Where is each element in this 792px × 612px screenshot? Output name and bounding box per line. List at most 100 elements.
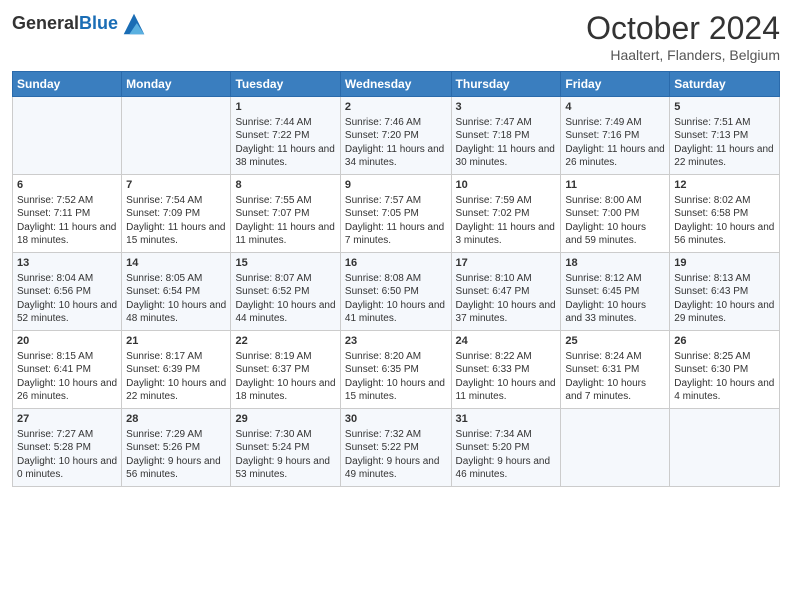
sunset-text: Sunset: 6:41 PM bbox=[17, 364, 91, 375]
day-number: 31 bbox=[456, 412, 557, 427]
sunrise-text: Sunrise: 7:57 AM bbox=[345, 195, 421, 206]
sunrise-text: Sunrise: 7:55 AM bbox=[235, 195, 311, 206]
sunrise-text: Sunrise: 7:49 AM bbox=[565, 117, 641, 128]
sunset-text: Sunset: 7:09 PM bbox=[126, 208, 200, 219]
day-number: 12 bbox=[674, 178, 775, 193]
logo-text: GeneralBlue bbox=[12, 14, 118, 34]
sunset-text: Sunset: 6:50 PM bbox=[345, 286, 419, 297]
sunset-text: Sunset: 5:20 PM bbox=[456, 442, 530, 453]
daylight-text: Daylight: 10 hours and 44 minutes. bbox=[235, 300, 335, 325]
daylight-text: Daylight: 10 hours and 11 minutes. bbox=[456, 378, 556, 403]
location-subtitle: Haaltert, Flanders, Belgium bbox=[586, 47, 780, 63]
daylight-text: Daylight: 11 hours and 11 minutes. bbox=[235, 222, 334, 247]
sunrise-text: Sunrise: 8:07 AM bbox=[235, 273, 311, 284]
sunset-text: Sunset: 7:16 PM bbox=[565, 130, 639, 141]
month-title: October 2024 bbox=[586, 10, 780, 47]
calendar-cell: 28Sunrise: 7:29 AMSunset: 5:26 PMDayligh… bbox=[122, 409, 231, 487]
sunrise-text: Sunrise: 8:25 AM bbox=[674, 351, 750, 362]
sunrise-text: Sunrise: 8:17 AM bbox=[126, 351, 202, 362]
calendar-cell: 17Sunrise: 8:10 AMSunset: 6:47 PMDayligh… bbox=[451, 253, 561, 331]
calendar-cell: 19Sunrise: 8:13 AMSunset: 6:43 PMDayligh… bbox=[670, 253, 780, 331]
sunrise-text: Sunrise: 7:29 AM bbox=[126, 429, 202, 440]
calendar-cell: 12Sunrise: 8:02 AMSunset: 6:58 PMDayligh… bbox=[670, 175, 780, 253]
calendar-cell bbox=[122, 97, 231, 175]
daylight-text: Daylight: 11 hours and 30 minutes. bbox=[456, 144, 555, 169]
col-sunday: Sunday bbox=[13, 72, 122, 97]
calendar-cell: 1Sunrise: 7:44 AMSunset: 7:22 PMDaylight… bbox=[231, 97, 340, 175]
logo: GeneralBlue bbox=[12, 10, 148, 38]
sunrise-text: Sunrise: 7:51 AM bbox=[674, 117, 750, 128]
sunrise-text: Sunrise: 8:24 AM bbox=[565, 351, 641, 362]
day-number: 20 bbox=[17, 334, 117, 349]
calendar-cell: 27Sunrise: 7:27 AMSunset: 5:28 PMDayligh… bbox=[13, 409, 122, 487]
day-number: 10 bbox=[456, 178, 557, 193]
calendar-row-4: 20 Sunrise: 8:15 AM Sunset: 6:41 PM Dayligh… bbox=[13, 331, 780, 409]
calendar-table: Sunday Monday Tuesday Wednesday Thursday… bbox=[12, 71, 780, 487]
calendar-cell bbox=[670, 409, 780, 487]
sunrise-text: Sunrise: 7:34 AM bbox=[456, 429, 532, 440]
sunset-text: Sunset: 6:56 PM bbox=[17, 286, 91, 297]
daylight-text: Daylight: 10 hours and 26 minutes. bbox=[17, 378, 117, 403]
day-number: 19 bbox=[674, 256, 775, 271]
daylight-text: Daylight: 10 hours and 41 minutes. bbox=[345, 300, 445, 325]
sunrise-text: Sunrise: 8:05 AM bbox=[126, 273, 202, 284]
sunrise-text: Sunrise: 7:46 AM bbox=[345, 117, 421, 128]
day-number: 15 bbox=[235, 256, 335, 271]
sunrise-text: Sunrise: 7:30 AM bbox=[235, 429, 311, 440]
daylight-text: Daylight: 11 hours and 38 minutes. bbox=[235, 144, 334, 169]
title-block: October 2024 Haaltert, Flanders, Belgium bbox=[586, 10, 780, 63]
day-number: 16 bbox=[345, 256, 447, 271]
day-number: 27 bbox=[17, 412, 117, 427]
sunset-text: Sunset: 6:31 PM bbox=[565, 364, 639, 375]
calendar-cell: 2Sunrise: 7:46 AMSunset: 7:20 PMDaylight… bbox=[340, 97, 451, 175]
col-thursday: Thursday bbox=[451, 72, 561, 97]
daylight-text: Daylight: 11 hours and 26 minutes. bbox=[565, 144, 664, 169]
sunrise-text: Sunrise: 8:15 AM bbox=[17, 351, 93, 362]
day-number: 8 bbox=[235, 178, 335, 193]
day-number: 14 bbox=[126, 256, 226, 271]
col-friday: Friday bbox=[561, 72, 670, 97]
daylight-text: Daylight: 11 hours and 34 minutes. bbox=[345, 144, 444, 169]
daylight-text: Daylight: 10 hours and 29 minutes. bbox=[674, 300, 774, 325]
day-number: 18 bbox=[565, 256, 665, 271]
sunset-text: Sunset: 6:45 PM bbox=[565, 286, 639, 297]
calendar-cell: 6Sunrise: 7:52 AMSunset: 7:11 PMDaylight… bbox=[13, 175, 122, 253]
daylight-text: Daylight: 10 hours and 7 minutes. bbox=[565, 378, 646, 403]
sunrise-text: Sunrise: 8:20 AM bbox=[345, 351, 421, 362]
day-number: 5 bbox=[674, 100, 775, 115]
sunrise-text: Sunrise: 8:19 AM bbox=[235, 351, 311, 362]
sunset-text: Sunset: 6:47 PM bbox=[456, 286, 530, 297]
day-number: 28 bbox=[126, 412, 226, 427]
day-number: 13 bbox=[17, 256, 117, 271]
day-number: 11 bbox=[565, 178, 665, 193]
sunrise-text: Sunrise: 7:47 AM bbox=[456, 117, 532, 128]
day-number: 3 bbox=[456, 100, 557, 115]
calendar-cell: 26Sunrise: 8:25 AMSunset: 6:30 PMDayligh… bbox=[670, 331, 780, 409]
daylight-text: Daylight: 10 hours and 48 minutes. bbox=[126, 300, 226, 325]
logo-icon bbox=[120, 10, 148, 38]
day-number: 23 bbox=[345, 334, 447, 349]
calendar-cell: 30Sunrise: 7:32 AMSunset: 5:22 PMDayligh… bbox=[340, 409, 451, 487]
calendar-row-5: 27Sunrise: 7:27 AMSunset: 5:28 PMDayligh… bbox=[13, 409, 780, 487]
daylight-text: Daylight: 9 hours and 53 minutes. bbox=[235, 456, 330, 481]
day-number: 1 bbox=[235, 100, 335, 115]
sunset-text: Sunset: 7:07 PM bbox=[235, 208, 309, 219]
day-number: 26 bbox=[674, 334, 775, 349]
daylight-text: Daylight: 10 hours and 22 minutes. bbox=[126, 378, 226, 403]
calendar-cell: 13Sunrise: 8:04 AMSunset: 6:56 PMDayligh… bbox=[13, 253, 122, 331]
calendar-cell: 20 Sunrise: 8:15 AM Sunset: 6:41 PM Dayligh… bbox=[13, 331, 122, 409]
calendar-cell: 10Sunrise: 7:59 AMSunset: 7:02 PMDayligh… bbox=[451, 175, 561, 253]
day-number: 22 bbox=[235, 334, 335, 349]
sunset-text: Sunset: 7:22 PM bbox=[235, 130, 309, 141]
sunset-text: Sunset: 6:43 PM bbox=[674, 286, 748, 297]
sunrise-text: Sunrise: 7:52 AM bbox=[17, 195, 93, 206]
sunset-text: Sunset: 6:33 PM bbox=[456, 364, 530, 375]
calendar-cell: 5Sunrise: 7:51 AMSunset: 7:13 PMDaylight… bbox=[670, 97, 780, 175]
sunset-text: Sunset: 6:39 PM bbox=[126, 364, 200, 375]
daylight-text: Daylight: 10 hours and 59 minutes. bbox=[565, 222, 646, 247]
page-container: GeneralBlue October 2024 Haaltert, Fland… bbox=[0, 0, 792, 495]
calendar-cell: 23Sunrise: 8:20 AMSunset: 6:35 PMDayligh… bbox=[340, 331, 451, 409]
sunset-text: Sunset: 6:37 PM bbox=[235, 364, 309, 375]
calendar-cell: 24Sunrise: 8:22 AMSunset: 6:33 PMDayligh… bbox=[451, 331, 561, 409]
day-number: 9 bbox=[345, 178, 447, 193]
